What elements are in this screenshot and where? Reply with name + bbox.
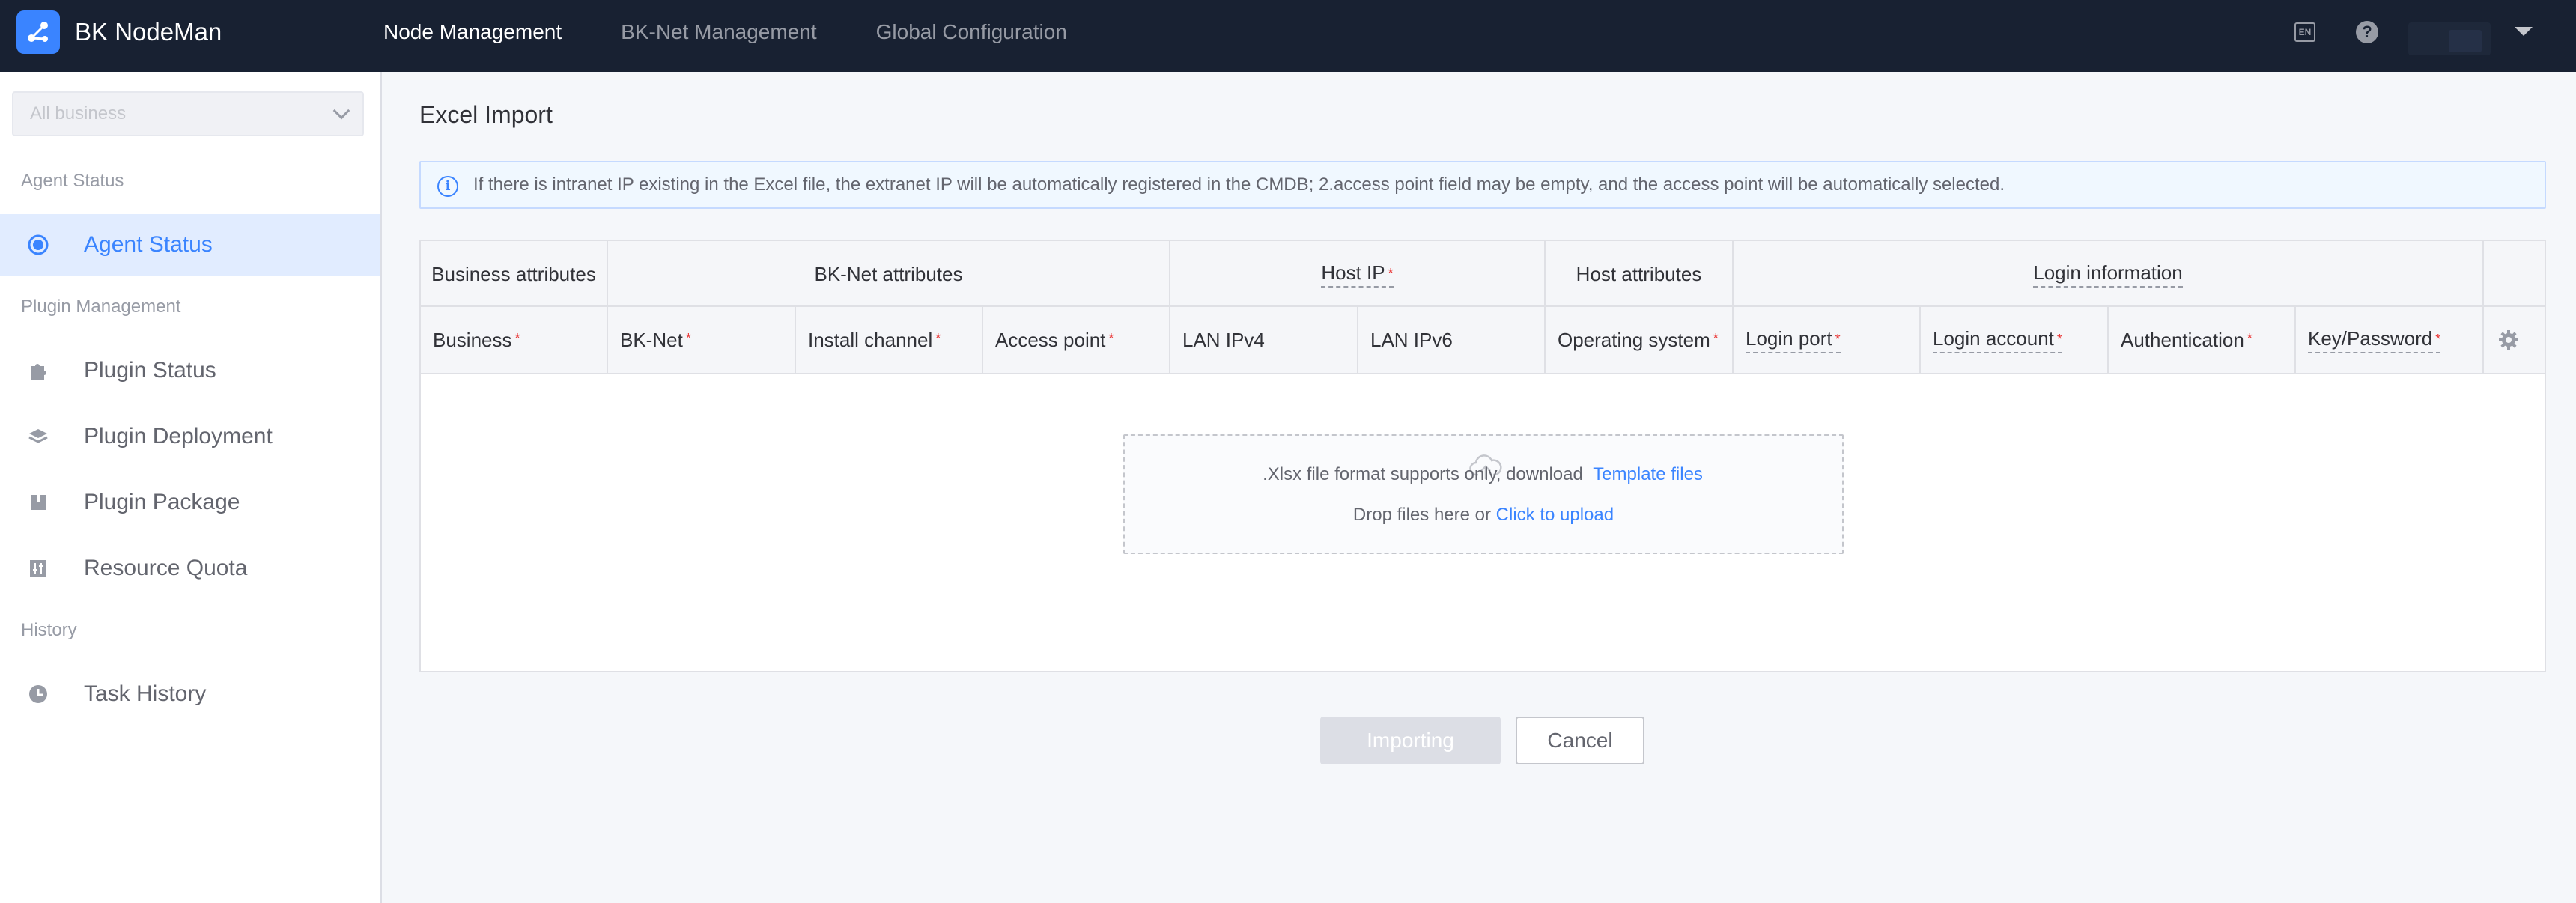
dropzone-label: Drop files here or	[1352, 505, 1491, 525]
column-header-label: Install channel	[808, 328, 933, 351]
required-marker: *	[2435, 331, 2441, 347]
sidebar-item-label: Plugin Deployment	[84, 424, 273, 449]
group-header-label: Business attributes	[431, 262, 596, 285]
info-icon: i	[437, 176, 458, 197]
column-header-operating-system: Operating system *	[1546, 307, 1734, 373]
format-tip: .Xlsx file format supports only, downloa…	[421, 464, 2545, 485]
sidebar-group-plugin-management: Plugin Management	[21, 297, 181, 317]
column-header-label: LAN IPv4	[1182, 328, 1265, 351]
file-dropzone[interactable]: Drop files here or Click to upload	[1123, 434, 1844, 554]
column-header-business: Business *	[421, 307, 608, 373]
column-header-key-password[interactable]: Key/Password *	[2296, 307, 2484, 373]
column-header-label: Login account	[1933, 326, 2054, 350]
group-header-label: BK-Net attributes	[814, 262, 963, 285]
package-icon	[27, 491, 49, 514]
import-table: Business attributes BK-Net attributes Ho…	[419, 240, 2546, 672]
business-select[interactable]: All business	[12, 91, 364, 136]
group-header-business-attributes: Business attributes	[421, 241, 608, 307]
column-header-label: BK-Net	[620, 328, 683, 351]
app-logo-icon[interactable]	[16, 10, 60, 54]
sidebar-item-label: Agent Status	[84, 232, 213, 257]
click-to-upload-link[interactable]: Click to upload	[1496, 505, 1614, 525]
group-header-bknet-attributes: BK-Net attributes	[608, 241, 1170, 307]
sidebar-group-history: History	[21, 620, 77, 640]
required-marker: *	[685, 330, 691, 346]
group-header-label-wrap: Host IP *	[1321, 261, 1394, 288]
nav-global-configuration[interactable]: Global Configuration	[876, 0, 1067, 64]
column-header-label-wrap: Login port *	[1746, 327, 1841, 353]
required-marker: *	[1108, 330, 1114, 346]
required-marker: *	[2056, 331, 2062, 347]
user-avatar[interactable]	[2408, 22, 2491, 55]
required-marker: *	[2247, 330, 2253, 346]
nav-bknet-management[interactable]: BK-Net Management	[621, 0, 816, 64]
layers-icon	[27, 425, 49, 448]
group-header-host-attributes: Host attributes	[1546, 241, 1734, 307]
column-header-authentication: Authentication *	[2109, 307, 2296, 373]
sidebar-item-plugin-deployment[interactable]: Plugin Deployment	[0, 406, 380, 467]
sidebar-group-agent-status: Agent Status	[21, 171, 124, 191]
page-title: Excel Import	[419, 101, 553, 128]
sidebar-item-plugin-status[interactable]: Plugin Status	[0, 340, 380, 401]
table-group-header-row: Business attributes BK-Net attributes Ho…	[421, 241, 2545, 307]
column-header-label: LAN IPv6	[1370, 328, 1453, 351]
help-icon[interactable]: ?	[2356, 21, 2378, 43]
required-marker: *	[1388, 265, 1394, 281]
language-icon[interactable]: EN	[2294, 22, 2315, 42]
required-marker: *	[1835, 331, 1841, 347]
column-header-label: Key/Password	[2308, 326, 2433, 350]
column-header-login-port[interactable]: Login port *	[1734, 307, 1921, 373]
group-header-label: Login information	[2033, 261, 2183, 288]
sidebar-item-resource-quota[interactable]: Resource Quota	[0, 538, 380, 599]
importing-button[interactable]: Importing	[1320, 717, 1501, 764]
radio-dot-icon	[27, 234, 49, 256]
required-marker: *	[935, 330, 941, 346]
group-header-label: Host attributes	[1576, 262, 1702, 285]
column-header-access-point: Access point *	[983, 307, 1170, 373]
sidebar-item-label: Task History	[84, 681, 207, 706]
sidebar: All business Agent Status Agent Status P…	[0, 72, 382, 903]
app-title[interactable]: BK NodeMan	[75, 0, 222, 64]
column-header-label: Business	[433, 328, 512, 351]
column-header-lan-ipv4: LAN IPv4	[1170, 307, 1358, 373]
sidebar-item-label: Resource Quota	[84, 556, 248, 580]
format-tip-text: .Xlsx file format supports only, downloa…	[1263, 464, 1583, 484]
column-header-label: Login port	[1746, 326, 1832, 350]
chevron-down-icon	[332, 102, 350, 120]
column-header-install-channel: Install channel *	[796, 307, 983, 373]
cancel-button[interactable]: Cancel	[1516, 717, 1644, 764]
sidebar-item-agent-status[interactable]: Agent Status	[0, 214, 380, 276]
gear-icon[interactable]	[2497, 328, 2521, 352]
group-header-host-ip[interactable]: Host IP *	[1170, 241, 1546, 307]
alert-text: If there is intranet IP existing in the …	[473, 174, 2005, 195]
column-header-label: Operating system	[1558, 328, 1710, 351]
group-header-login-information[interactable]: Login information	[1734, 241, 2484, 307]
sliders-icon	[27, 557, 49, 580]
top-navigation-bar: BK NodeMan Node Management BK-Net Manage…	[0, 0, 2576, 72]
business-select-value: All business	[30, 103, 127, 124]
column-header-label: Access point	[995, 328, 1106, 351]
column-header-bknet: BK-Net *	[608, 307, 796, 373]
table-column-header-row: Business * BK-Net * Install channel * Acces…	[421, 307, 2545, 374]
top-nav: Node Management BK-Net Management Global…	[383, 0, 1126, 64]
template-files-link[interactable]: Template files	[1593, 464, 1703, 485]
user-menu-caret-icon[interactable]	[2515, 27, 2533, 36]
sidebar-item-label: Plugin Package	[84, 490, 240, 514]
required-marker: *	[514, 330, 520, 346]
column-header-lan-ipv6: LAN IPv6	[1358, 307, 1546, 373]
column-header-label-wrap: Key/Password *	[2308, 326, 2441, 353]
sidebar-item-label: Plugin Status	[84, 358, 216, 383]
info-alert: i If there is intranet IP existing in th…	[419, 161, 2546, 209]
puzzle-icon	[27, 359, 49, 382]
group-header-label: Host IP	[1321, 261, 1385, 284]
column-header-login-account[interactable]: Login account *	[1921, 307, 2109, 373]
sidebar-item-plugin-package[interactable]: Plugin Package	[0, 472, 380, 533]
sidebar-item-task-history[interactable]: Task History	[0, 663, 380, 725]
column-header-label-wrap: Login account *	[1933, 327, 2062, 353]
clock-icon	[27, 683, 49, 705]
nav-node-management[interactable]: Node Management	[383, 0, 562, 64]
dropzone-text: Drop files here or Click to upload	[1125, 505, 1842, 526]
required-marker: *	[1713, 330, 1719, 346]
column-header-label: Authentication	[2121, 328, 2244, 351]
